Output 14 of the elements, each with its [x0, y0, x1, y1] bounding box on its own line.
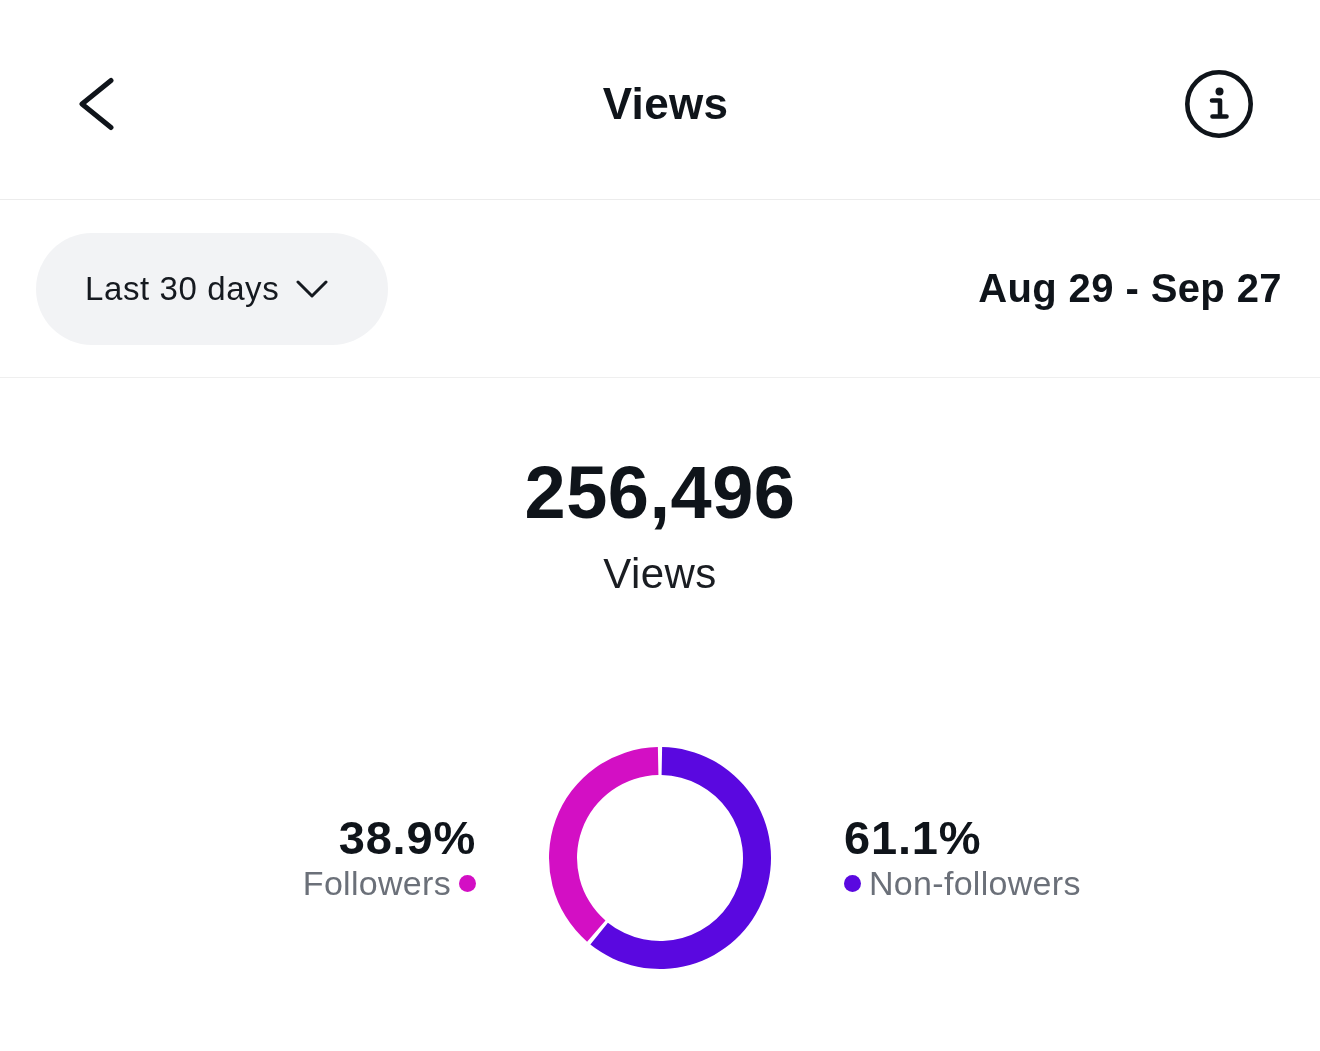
info-icon [1185, 69, 1253, 138]
percent-value: 61.1% [844, 811, 982, 864]
percent-value: 38.9% [338, 811, 476, 864]
back-button[interactable] [78, 76, 114, 131]
legend-label: Non-followers [869, 863, 1081, 905]
info-button[interactable] [1185, 69, 1253, 138]
chevron-left-icon [78, 76, 114, 131]
page-title: Views [602, 78, 729, 129]
legend-label: Followers [302, 863, 451, 905]
date-range-dropdown[interactable]: Last 30 days [36, 232, 388, 345]
total-views-label: Views [603, 553, 717, 595]
total-views-count: 256,496 [524, 456, 796, 530]
date-range-text: Aug 29 - Sep 27 [978, 266, 1282, 311]
chevron-down-icon [296, 279, 329, 298]
